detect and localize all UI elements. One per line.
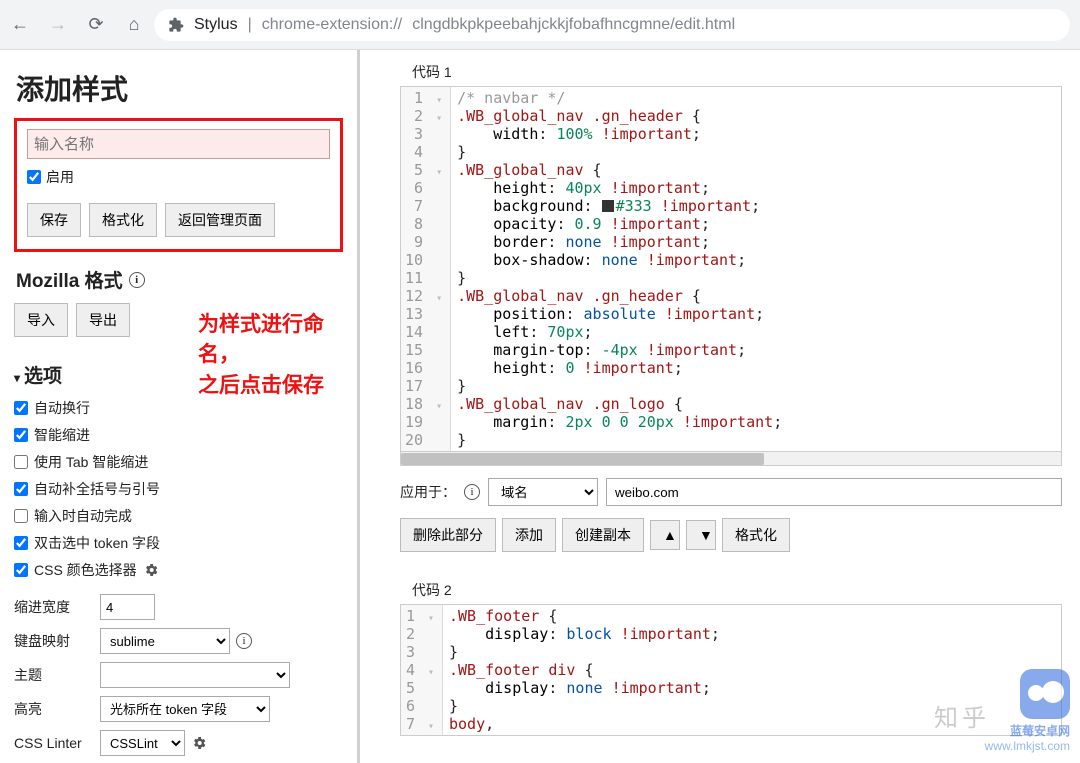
reload-icon[interactable]: ⟳ bbox=[86, 15, 106, 35]
gear-icon[interactable] bbox=[191, 735, 207, 751]
indent-label: 缩进宽度 bbox=[14, 597, 92, 617]
nav-icons: ← → ⟳ ⌂ bbox=[10, 15, 144, 35]
linter-select[interactable]: CSSLint bbox=[100, 730, 185, 756]
option-checkbox[interactable] bbox=[14, 482, 28, 496]
clone-section-button[interactable]: 创建副本 bbox=[562, 518, 644, 552]
indent-input[interactable] bbox=[100, 594, 155, 620]
option-label: 双击选中 token 字段 bbox=[34, 533, 160, 553]
option-label: 自动补全括号与引号 bbox=[34, 479, 160, 499]
enable-checkbox[interactable] bbox=[27, 170, 41, 184]
move-down-button[interactable]: ▼ bbox=[686, 520, 716, 550]
content-area: 代码 1 1 ▾2 ▾3 4 5 ▾6 7 8 9 10 11 12 ▾13 1… bbox=[360, 50, 1080, 763]
theme-select[interactable] bbox=[100, 662, 290, 688]
import-button[interactable]: 导入 bbox=[14, 303, 68, 337]
move-up-button[interactable]: ▲ bbox=[650, 520, 680, 550]
delete-section-button[interactable]: 删除此部分 bbox=[400, 518, 496, 552]
highlight-box: 启用 保存 格式化 返回管理页面 bbox=[14, 118, 343, 252]
forward-icon[interactable]: → bbox=[48, 15, 68, 35]
keymap-label: 键盘映射 bbox=[14, 631, 92, 651]
option-label: 智能缩进 bbox=[34, 425, 90, 445]
home-icon[interactable]: ⌂ bbox=[124, 15, 144, 35]
address-bar[interactable]: Stylus | chrome-extension:// clngdbkpkpee… bbox=[154, 9, 1070, 41]
option-label: 输入时自动完成 bbox=[34, 506, 132, 526]
option-row: 双击选中 token 字段 bbox=[14, 533, 343, 553]
option-checkbox[interactable] bbox=[14, 563, 28, 577]
apply-info-icon[interactable]: i bbox=[464, 484, 480, 500]
highlight-label: 高亮 bbox=[14, 699, 92, 719]
watermark: 蓝莓安卓网 www.lmkjst.com bbox=[985, 669, 1070, 753]
watermark-faint: 知乎 bbox=[934, 698, 990, 733]
style-name-input[interactable] bbox=[27, 129, 330, 159]
export-button[interactable]: 导出 bbox=[76, 303, 130, 337]
scope-select[interactable]: 域名 bbox=[488, 478, 598, 506]
apply-label: 应用于： bbox=[400, 482, 456, 502]
sidebar: 添加样式 启用 保存 格式化 返回管理页面 Mozilla 格式 i 导入 导出… bbox=[0, 50, 360, 763]
page-title: 添加样式 bbox=[16, 68, 343, 108]
option-label: CSS 颜色选择器 bbox=[34, 560, 137, 580]
code2-label: 代码 2 bbox=[412, 580, 1062, 600]
domain-input[interactable] bbox=[606, 478, 1062, 506]
linter-label: CSS Linter bbox=[14, 735, 92, 751]
format-section-button[interactable]: 格式化 bbox=[722, 518, 790, 552]
theme-label: 主题 bbox=[14, 665, 92, 685]
browser-toolbar: ← → ⟳ ⌂ Stylus | chrome-extension:// clng… bbox=[0, 0, 1080, 50]
option-row: 使用 Tab 智能缩进 bbox=[14, 452, 343, 472]
info-icon[interactable]: i bbox=[129, 272, 145, 288]
editor1-scrollbar[interactable] bbox=[400, 452, 1062, 466]
option-row: 自动补全括号与引号 bbox=[14, 479, 343, 499]
addr-app: Stylus bbox=[194, 16, 238, 34]
option-checkbox[interactable] bbox=[14, 536, 28, 550]
option-checkbox[interactable] bbox=[14, 509, 28, 523]
save-button[interactable]: 保存 bbox=[27, 203, 81, 237]
add-section-button[interactable]: 添加 bbox=[502, 518, 556, 552]
option-label: 使用 Tab 智能缩进 bbox=[34, 452, 148, 472]
highlight-select[interactable]: 光标所在 token 字段 bbox=[100, 696, 270, 722]
format-button[interactable]: 格式化 bbox=[89, 203, 157, 237]
addr-path: clngdbkpkpeebahjckkjfobafhncgmne/edit.ht… bbox=[412, 16, 735, 34]
code-editor-1[interactable]: 1 ▾2 ▾3 4 5 ▾6 7 8 9 10 11 12 ▾13 14 15 … bbox=[400, 86, 1062, 452]
option-row: CSS 颜色选择器 bbox=[14, 560, 343, 580]
back-button[interactable]: 返回管理页面 bbox=[165, 203, 275, 237]
code1-label: 代码 1 bbox=[412, 62, 1062, 82]
addr-sep: | bbox=[248, 16, 252, 34]
enable-label: 启用 bbox=[46, 167, 74, 187]
back-icon[interactable]: ← bbox=[10, 15, 30, 35]
option-checkbox[interactable] bbox=[14, 401, 28, 415]
option-checkbox[interactable] bbox=[14, 455, 28, 469]
keymap-select[interactable]: sublime bbox=[100, 628, 230, 654]
option-checkbox[interactable] bbox=[14, 428, 28, 442]
extension-icon bbox=[168, 17, 184, 33]
addr-prefix: chrome-extension:// bbox=[262, 16, 403, 34]
option-row: 输入时自动完成 bbox=[14, 506, 343, 526]
option-label: 自动换行 bbox=[34, 398, 90, 418]
option-row: 智能缩进 bbox=[14, 425, 343, 445]
watermark-logo-icon bbox=[1020, 669, 1070, 719]
gear-icon[interactable] bbox=[143, 562, 159, 578]
keymap-info-icon[interactable]: i bbox=[236, 633, 252, 649]
mozilla-heading: Mozilla 格式 bbox=[16, 266, 123, 293]
annotation-text: 为样式进行命名， 之后点击保存 bbox=[198, 310, 357, 401]
